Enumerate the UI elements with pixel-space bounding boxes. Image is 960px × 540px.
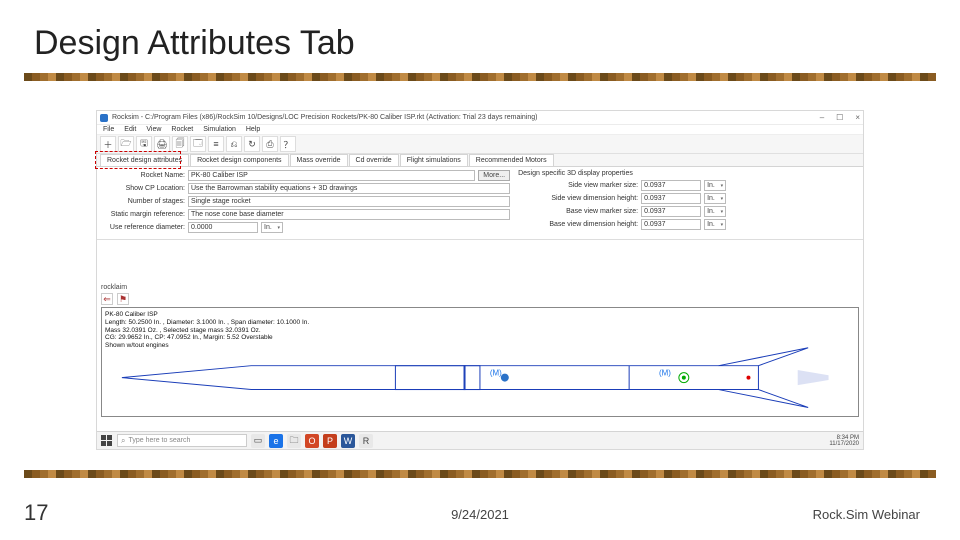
toolbar-copy-icon[interactable]: 🗐 [172, 136, 188, 152]
side-marker-input[interactable]: 0.0937 [641, 180, 701, 191]
side-marker-label: Side view marker size: [518, 182, 638, 189]
tab-design-components[interactable]: Rocket design components [190, 154, 288, 166]
margin-ref-select[interactable]: The nose cone base diameter [188, 209, 510, 220]
more-button[interactable]: More... [478, 170, 510, 181]
toolbar-help-icon[interactable]: ？ [280, 136, 296, 152]
close-button[interactable]: × [855, 113, 860, 122]
divider-bottom [24, 470, 936, 478]
tab-recommended-motors[interactable]: Recommended Motors [469, 154, 554, 166]
toolbar-open-icon[interactable]: 🗁 [118, 136, 134, 152]
schematic-panel: PK-80 Caliber ISP Length: 50.2500 In. , … [101, 307, 859, 417]
menu-help[interactable]: Help [246, 126, 260, 133]
footer-right: Rock.Sim Webinar [813, 507, 920, 522]
rocket-name-label: Rocket Name: [101, 172, 185, 179]
display-props-header: Design specific 3D display properties [518, 170, 859, 178]
toolbar-undo-icon[interactable]: ⎌ [226, 136, 242, 152]
slide-title: Design Attributes Tab [0, 0, 960, 73]
side-dim-unit[interactable]: In. [704, 193, 726, 204]
toolbar-paste-icon[interactable]: 🗔 [190, 136, 206, 152]
side-marker-unit[interactable]: In. [704, 180, 726, 191]
base-marker-unit[interactable]: In. [704, 206, 726, 217]
toolbar-print-icon[interactable]: 🖨 [154, 136, 170, 152]
stages-label: Number of stages: [101, 198, 185, 205]
toolbar-redo-icon[interactable]: ↻ [244, 136, 260, 152]
side-dim-label: Side view dimension height: [518, 195, 638, 202]
search-icon: ⌕ [121, 436, 125, 446]
menu-edit[interactable]: Edit [124, 126, 136, 133]
window-title: Rocksim - C:/Program Files (x86)/RockSim… [112, 114, 537, 121]
rocket-name-input[interactable]: PK-80 Caliber ISP [188, 170, 475, 181]
tab-design-attributes[interactable]: Rocket design attributes [100, 154, 189, 166]
slide-footer: 17 9/24/2021 Rock.Sim Webinar [0, 507, 960, 522]
taskbar-clock[interactable]: 8:34 PM 11/17/2020 [829, 435, 859, 447]
tool-flag-icon[interactable]: ⚑ [117, 293, 129, 305]
menu-view[interactable]: View [146, 126, 161, 133]
powerpoint-icon[interactable]: P [323, 434, 337, 448]
toolbar-save-icon[interactable]: 🖫 [136, 136, 152, 152]
toolbar-rocket-icon[interactable]: ⎙ [262, 136, 278, 152]
toolbar: ＋ 🗁 🖫 🖨 🗐 🗔 ≡ ⎌ ↻ ⎙ ？ [97, 135, 863, 154]
tab-mass-override[interactable]: Mass override [290, 154, 348, 166]
rocket-drawing: (M) (M) [102, 308, 858, 417]
cg-marker-label: (M) [490, 369, 502, 378]
base-dim-input[interactable]: 0.0937 [641, 219, 701, 230]
schematic-toolbar: ⇐ ⚑ [97, 293, 863, 307]
divider-top [24, 73, 936, 81]
maximize-button[interactable]: ☐ [836, 113, 843, 122]
stages-select[interactable]: Single stage rocket [188, 196, 510, 207]
taskbar-date: 11/17/2020 [829, 441, 859, 447]
cp-location-select[interactable]: Use the Barrowman stability equations + … [188, 183, 510, 194]
base-marker-label: Base view marker size: [518, 208, 638, 215]
side-dim-input[interactable]: 0.0937 [641, 193, 701, 204]
footer-date: 9/24/2021 [451, 507, 509, 522]
ref-diam-input[interactable]: 0.0000 [188, 222, 258, 233]
minimize-button[interactable]: – [820, 113, 824, 122]
page-number: 17 [24, 500, 48, 526]
tabs: Rocket design attributes Rocket design c… [97, 154, 863, 167]
app-logo-icon [100, 114, 108, 122]
start-button-icon[interactable] [101, 435, 113, 447]
word-icon[interactable]: W [341, 434, 355, 448]
menu-file[interactable]: File [103, 126, 114, 133]
search-placeholder: Type here to search [128, 437, 190, 444]
ref-diam-unit[interactable]: In. [261, 222, 283, 233]
toolbar-new-icon[interactable]: ＋ [100, 136, 116, 152]
cp-marker-label: (M) [659, 369, 671, 378]
titlebar: Rocksim - C:/Program Files (x86)/RockSim… [97, 111, 863, 125]
app-window: Rocksim - C:/Program Files (x86)/RockSim… [96, 110, 864, 450]
menu-rocket[interactable]: Rocket [171, 126, 193, 133]
explorer-icon[interactable]: 🗀 [287, 434, 301, 448]
menubar: File Edit View Rocket Simulation Help [97, 125, 863, 135]
cp-location-label: Show CP Location: [101, 185, 185, 192]
menu-simulation[interactable]: Simulation [203, 126, 236, 133]
base-dim-unit[interactable]: In. [704, 219, 726, 230]
base-marker-input[interactable]: 0.0937 [641, 206, 701, 217]
tab-cd-override[interactable]: Cd override [349, 154, 399, 166]
margin-ref-label: Static margin reference: [101, 211, 185, 218]
edge-icon[interactable]: e [269, 434, 283, 448]
task-view-icon[interactable]: ▭ [251, 434, 265, 448]
rocklaim-label: rocklaim [97, 280, 863, 293]
rocksim-icon[interactable]: R [359, 434, 373, 448]
base-dim-label: Base view dimension height: [518, 221, 638, 228]
taskbar: ⌕ Type here to search ▭ e 🗀 O P W R 8:34… [97, 431, 863, 449]
tab-flight-simulations[interactable]: Flight simulations [400, 154, 468, 166]
toolbar-list-icon[interactable]: ≡ [208, 136, 224, 152]
taskbar-search[interactable]: ⌕ Type here to search [117, 434, 247, 447]
outlook-icon[interactable]: O [305, 434, 319, 448]
ref-diam-label: Use reference diameter: [101, 224, 185, 231]
form-area: Rocket Name: PK-80 Caliber ISP More... S… [97, 167, 863, 240]
tool-back-icon[interactable]: ⇐ [101, 293, 113, 305]
